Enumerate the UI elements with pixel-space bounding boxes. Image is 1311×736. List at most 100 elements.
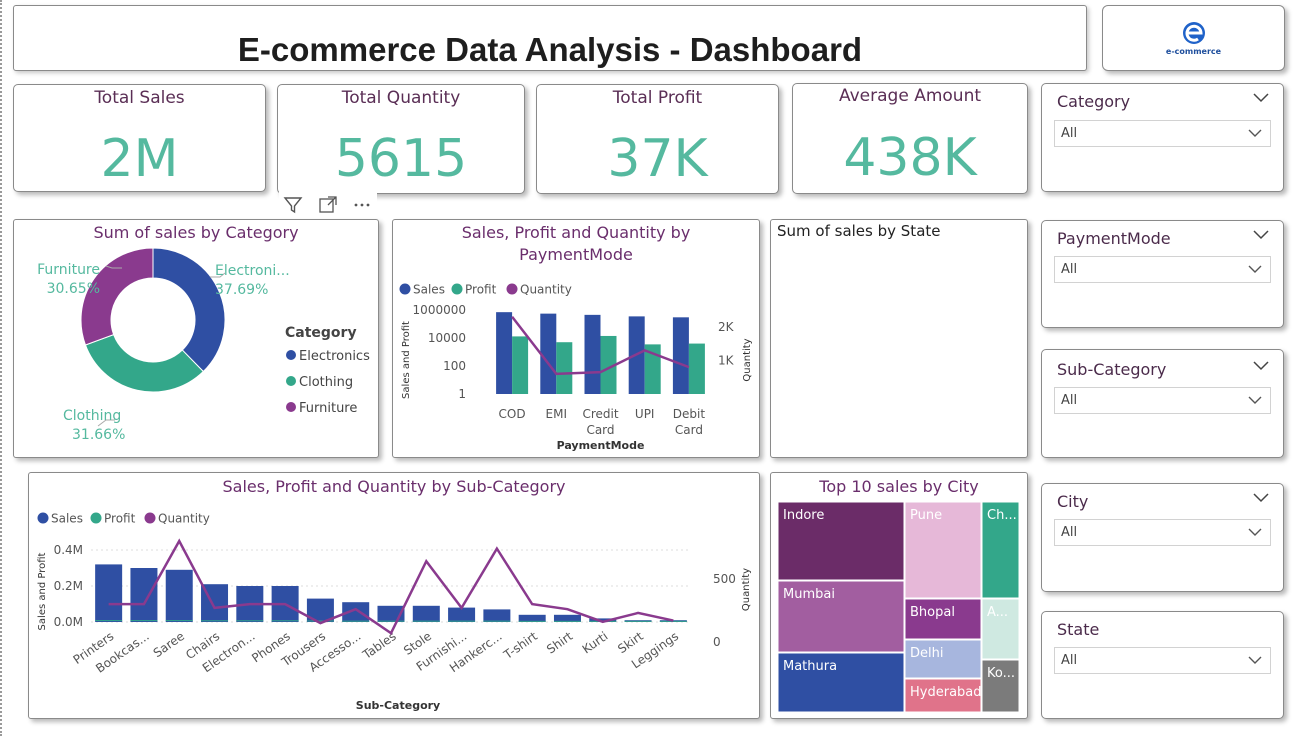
y-tick-label: 1: [458, 387, 466, 401]
dropdown-value: All: [1061, 525, 1078, 540]
y-tick-label: 10000: [428, 331, 466, 345]
chevron-down-icon[interactable]: [1253, 493, 1269, 503]
y-tick-label: 1000000: [413, 303, 466, 317]
payment-chart: Sales Profit Quantity Sales and Profit Quant…: [399, 283, 753, 452]
profit-bar: [518, 620, 546, 622]
profit-bar: [556, 342, 573, 394]
slicer-label: Category: [1057, 92, 1131, 111]
chevron-down-icon[interactable]: [1253, 93, 1269, 103]
slicer-city: City All: [1041, 483, 1284, 592]
treemap-label: Pune: [910, 508, 942, 523]
profit-bar: [130, 620, 158, 622]
logo-card: e-commerce: [1102, 5, 1285, 71]
sales-bar: [584, 314, 601, 394]
sales-bar: [412, 605, 440, 622]
dropdown-value: All: [1061, 393, 1078, 408]
chevron-down-icon: [1248, 528, 1262, 536]
treemap-label: Indore: [783, 508, 824, 523]
more-options-icon[interactable]: [352, 195, 372, 215]
x-tick-label: Shirt: [544, 629, 575, 657]
treemap-label: A...: [987, 605, 1008, 620]
chevron-down-icon[interactable]: [1253, 230, 1269, 240]
sales-bar: [672, 317, 689, 394]
treemap-label: Delhi: [910, 646, 943, 661]
profit-bar: [342, 620, 370, 622]
y-tick-label: 0.4M: [54, 543, 83, 557]
dropdown-value: All: [1061, 653, 1078, 668]
profit-bar: [688, 343, 705, 394]
profit-bar: [271, 620, 299, 622]
y-tick-label: 0.2M: [54, 579, 83, 593]
legend-marker: [286, 376, 296, 386]
x-tick-label: T-shirt: [500, 629, 540, 663]
y2-tick-label: 500: [713, 572, 736, 586]
chevron-down-icon: [1248, 129, 1262, 137]
y2-tick-label: 0: [713, 635, 721, 649]
ecommerce-logo-icon: [1183, 22, 1205, 44]
logo-text: e-commerce: [1165, 47, 1222, 56]
state-dropdown[interactable]: All: [1054, 647, 1271, 674]
y2-axis-title: Quantity: [742, 338, 753, 381]
city-dropdown[interactable]: All: [1054, 519, 1271, 546]
donut-slice: [84, 333, 205, 393]
x-tick-label: Card: [675, 423, 703, 437]
chevron-down-icon[interactable]: [1253, 361, 1269, 371]
slice-label: Furniture: [37, 262, 100, 278]
profit-bar: [512, 336, 529, 394]
y-tick-label: 100: [443, 359, 466, 373]
kpi-card-total-profit: Total Profit 37K: [536, 84, 779, 194]
kpi-value: 438K: [843, 128, 977, 188]
x-tick-label: COD: [499, 407, 526, 421]
chevron-down-icon: [1248, 656, 1262, 664]
legend-label: Sales: [413, 283, 445, 297]
legend-label: Profit: [104, 512, 136, 526]
y-axis-title: Sales and Profit: [401, 321, 412, 399]
category-dropdown[interactable]: All: [1054, 120, 1271, 147]
x-tick-label: EMI: [546, 407, 567, 421]
sales-bar: [130, 568, 158, 622]
title-card: E-commerce Data Analysis - Dashboard: [13, 5, 1087, 71]
kpi-label: Total Profit: [612, 88, 703, 108]
kpi-card-total-sales: Total Sales 2M: [13, 84, 266, 192]
legend-marker: [506, 283, 518, 295]
x-tick-label: Saree: [151, 629, 187, 660]
x-tick-label: Kurti: [580, 629, 611, 656]
slicer-label: City: [1057, 492, 1089, 511]
treemap-label: Ko...: [987, 666, 1015, 681]
kpi-card-total-quantity: Total Quantity 5615: [277, 84, 525, 194]
donut-chart: Electroni... 37.69% Clothing 31.66% Furnitur…: [37, 247, 370, 443]
y-axis-title: Sales and Profit: [37, 552, 48, 630]
city-treemap-card: Top 10 sales by City Indore Mumbai Mathura…: [770, 472, 1028, 719]
legend-marker: [144, 512, 156, 524]
x-tick-label: UPI: [635, 407, 655, 421]
legend-label: Sales: [51, 512, 83, 526]
x-tick-label: Tables: [359, 629, 398, 662]
legend-marker: [286, 350, 296, 360]
legend-marker: [286, 402, 296, 412]
dropdown-value: All: [1061, 126, 1078, 141]
sub-category-dropdown[interactable]: All: [1054, 387, 1271, 414]
y2-tick-label: 1K: [718, 353, 735, 367]
slice-percent: 30.65%: [47, 281, 100, 297]
filter-icon[interactable]: [283, 195, 303, 215]
city-treemap: Indore Mumbai Mathura Pune Bhopal Delhi Hydera…: [777, 501, 1020, 713]
paymentmode-dropdown[interactable]: All: [1054, 256, 1271, 283]
profit-bar: [377, 620, 405, 622]
legend-label: Quantity: [158, 512, 210, 526]
focus-mode-icon[interactable]: [318, 195, 338, 215]
profit-bar: [483, 620, 511, 622]
dropdown-value: All: [1061, 262, 1078, 277]
kpi-card-average-amount: Average Amount 438K: [792, 83, 1028, 194]
subcategory-chart: Sales Profit Quantity 0.0M 0.2M 0.4M 0 500 Sales…: [37, 512, 752, 713]
sales-bar: [483, 609, 511, 622]
slice-percent: 31.66%: [72, 427, 125, 443]
chart-title: Sum of sales by Category: [93, 223, 299, 242]
y2-axis-title: Quantity: [741, 568, 752, 611]
kpi-label: Total Sales: [94, 88, 185, 108]
x-tick-label: Credit: [582, 407, 618, 421]
x-axis-title: PaymentMode: [557, 439, 645, 452]
legend-title: Category: [285, 325, 357, 341]
legend-label: Quantity: [520, 283, 572, 297]
slicer-label: State: [1057, 620, 1100, 639]
x-tick-label: Card: [586, 423, 614, 437]
